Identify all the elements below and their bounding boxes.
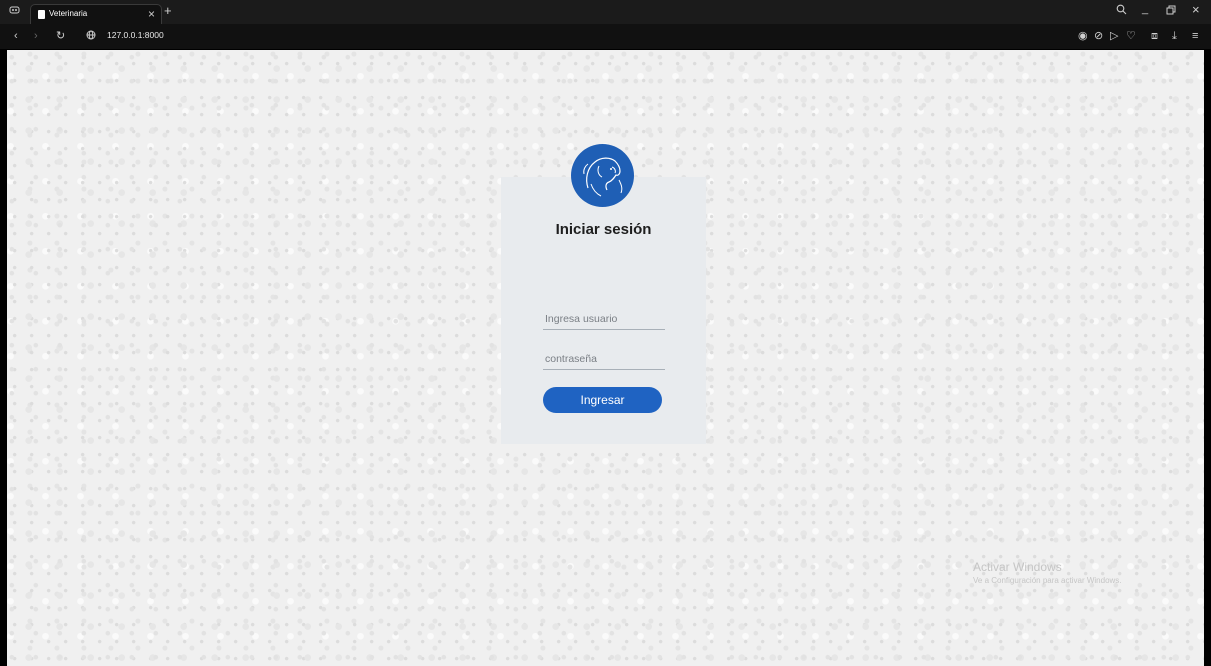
tab-title: Veterinaria (49, 9, 88, 18)
watermark-subtitle: Ve a Configuración para activar Windows. (973, 576, 1122, 585)
forward-icon[interactable]: › (34, 29, 38, 43)
player-icon[interactable]: ▷ (1110, 29, 1118, 43)
browser-tab-strip: Veterinaria × + _ × (0, 0, 1211, 24)
login-title: Iniciar sesión (555, 221, 652, 238)
tab-veterinaria[interactable]: Veterinaria × (30, 4, 162, 24)
new-tab-icon[interactable]: + (164, 4, 172, 18)
minimize-icon[interactable]: _ (1142, 2, 1148, 16)
watermark-title: Activar Windows (973, 560, 1062, 574)
extensions-icon[interactable]: ⧈ (1151, 29, 1158, 43)
restore-icon[interactable] (1166, 5, 1176, 19)
password-input[interactable] (543, 348, 665, 370)
page-icon (38, 10, 45, 19)
username-input[interactable] (543, 308, 665, 330)
back-icon[interactable]: ‹ (14, 29, 18, 43)
workspaces-icon[interactable] (9, 5, 20, 19)
address-bar-row: ‹ › ↻ ◉ ⊘ ▷ ♡ ⧈ ⤓ ≡ (0, 24, 1211, 50)
reload-icon[interactable]: ↻ (56, 29, 65, 43)
adblock-icon[interactable]: ⊘ (1094, 29, 1103, 43)
close-tab-icon[interactable]: × (148, 7, 155, 21)
dog-cat-logo-icon (571, 144, 634, 207)
windows-activation-watermark: Activar Windows Ve a Configuración para … (973, 560, 1122, 585)
window-border-right (1204, 50, 1211, 666)
search-tabs-icon[interactable] (1116, 4, 1127, 19)
screenshot-icon[interactable]: ◉ (1078, 29, 1088, 43)
site-info-icon[interactable] (86, 30, 96, 44)
close-window-icon[interactable]: × (1192, 3, 1200, 17)
menu-icon[interactable]: ≡ (1192, 29, 1198, 43)
window-border-left (0, 50, 7, 666)
url-text[interactable]: 127.0.0.1:8000 (107, 30, 164, 40)
heart-icon[interactable]: ♡ (1126, 29, 1136, 43)
download-icon[interactable]: ⤓ (1172, 29, 1177, 43)
login-button[interactable]: Ingresar (543, 387, 662, 413)
